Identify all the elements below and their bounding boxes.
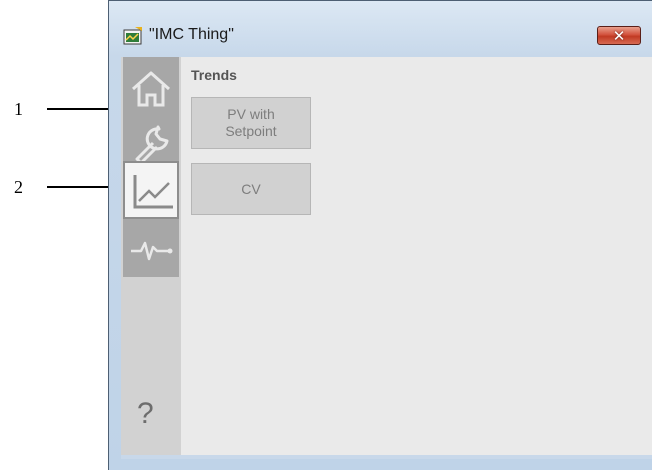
close-icon: ✕ [612,27,626,45]
help-button[interactable]: ? [137,397,154,431]
home-icon [132,71,170,107]
faceplate-content: ? Trends PV with Setpoint CV [121,57,652,459]
tab-diagnostics[interactable] [123,219,179,277]
window-bottom-edge [121,455,652,459]
pv-with-setpoint-button[interactable]: PV with Setpoint [191,97,311,149]
trends-heading: Trends [191,67,237,83]
window-title: "IMC Thing" [149,26,234,43]
pulse-icon [131,241,173,261]
close-button[interactable]: ✕ [597,26,641,45]
cv-button[interactable]: CV [191,163,311,215]
tab-sidebar: ? [121,57,181,459]
faceplate-window: "IMC Thing" ✕ ? Trends PV with Setpoint … [108,0,652,470]
tab-trends[interactable] [123,161,179,219]
tab-home[interactable] [123,57,179,115]
trend-chart-icon [133,175,173,209]
window-frame: "IMC Thing" ✕ ? Trends PV with Setpoint … [109,1,652,470]
callout-number-1: 1 [14,99,23,119]
callout-number-2: 2 [14,177,23,197]
faceplate-app-icon [123,27,142,45]
